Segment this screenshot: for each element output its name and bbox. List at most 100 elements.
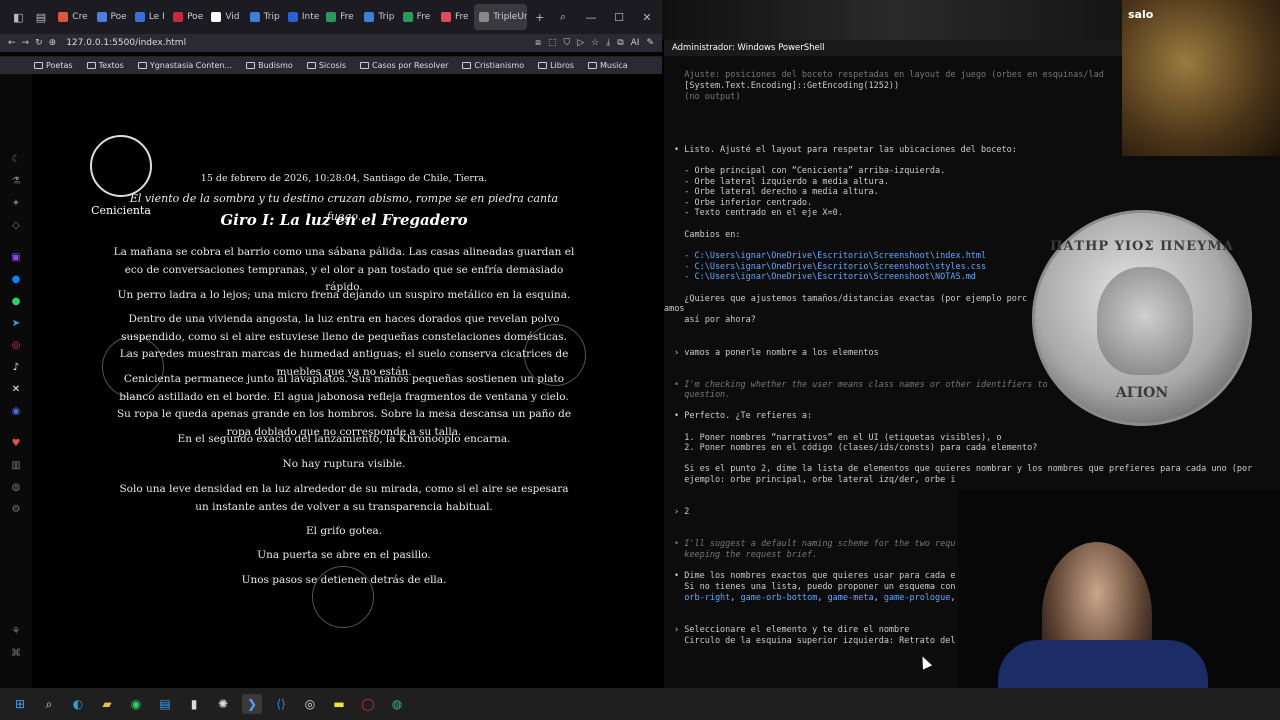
vscode-icon[interactable]: ⟨⟩ xyxy=(271,694,291,714)
tab-favicon xyxy=(249,12,260,22)
address-bar[interactable]: 127.0.0.1:5500/index.html xyxy=(66,38,186,48)
tab-favicon xyxy=(364,12,375,22)
bookmark-folder[interactable]: Poetas xyxy=(34,61,73,70)
new-tab-button[interactable]: + xyxy=(529,6,550,28)
pin-icon[interactable]: ⚘ xyxy=(10,626,22,638)
download-icon[interactable]: ⤓ xyxy=(606,38,610,48)
opera-icon[interactable]: ◯ xyxy=(358,694,378,714)
bookmark-folder[interactable]: Casos por Resolver xyxy=(359,61,449,70)
flask-icon[interactable]: ⚗ xyxy=(10,176,22,188)
extensions-icon[interactable]: ⧉ xyxy=(617,38,623,48)
terminal-user-input: › Seleccionare el elemento y te dire el … xyxy=(674,625,910,635)
bookmark-folder[interactable]: Ygnastasia Conten... xyxy=(137,61,232,70)
terminal-path[interactable]: - C:\Users\ignar\OneDrive\Escritorio\Scr… xyxy=(674,251,986,262)
prologue-paragraph: Un perro ladra a lo lejos; una micro fre… xyxy=(117,289,571,301)
moon-icon[interactable]: ☾ xyxy=(10,154,22,166)
twitch-icon[interactable]: ▣ xyxy=(10,252,22,264)
instagram-icon[interactable]: ◎ xyxy=(10,340,22,352)
tab-7[interactable]: Inte xyxy=(283,4,319,30)
bookmark-label: Casos por Resolver xyxy=(371,61,449,70)
tab-favicon xyxy=(211,12,222,22)
telegram-icon[interactable]: ➤ xyxy=(10,318,22,330)
pocket-save-icon[interactable]: ◍ xyxy=(10,482,22,494)
search-icon[interactable]: ⌕ xyxy=(39,694,59,714)
bookmark-folder[interactable]: Budismo xyxy=(246,61,293,70)
tab-5[interactable]: Vid xyxy=(206,4,242,30)
pocket-icon[interactable]: ⧈ xyxy=(535,38,541,48)
tiktok-icon[interactable]: ♪ xyxy=(10,362,22,374)
whatsapp-icon[interactable]: ◉ xyxy=(126,694,146,714)
tab-active[interactable]: TripleUn xyxy=(474,4,528,30)
bookmark-label: Poetas xyxy=(46,61,73,70)
bookmark-folder[interactable]: Textos xyxy=(86,61,124,70)
windows-start-icon[interactable]: ⊞ xyxy=(10,694,30,714)
shield-icon[interactable]: ⛉ xyxy=(563,38,570,48)
heart-icon[interactable]: ♥ xyxy=(10,438,22,450)
terminal-path[interactable]: - C:\Users\ignar\OneDrive\Escritorio\Scr… xyxy=(674,262,986,273)
sparkle-icon[interactable]: ✦ xyxy=(10,198,22,210)
obs-icon[interactable]: ◎ xyxy=(300,694,320,714)
browser-window: ◧ ▤ Cre Poe Le I Poe Vid Trip Inte Fre T… xyxy=(0,0,662,688)
back-icon[interactable]: ← xyxy=(8,38,16,48)
close-button[interactable]: ✕ xyxy=(636,6,658,28)
bookmark-label: Libros xyxy=(550,61,575,70)
tab-8[interactable]: Fre xyxy=(321,4,357,30)
tab-10[interactable]: Fre xyxy=(398,4,434,30)
terminal-line: 2. Poner nombres en el código (clases/id… xyxy=(674,443,1038,453)
x-icon[interactable]: ✕ xyxy=(10,384,22,396)
tab-3[interactable]: Le I xyxy=(130,4,166,30)
tab-1[interactable]: Cre xyxy=(53,4,89,30)
customize-icon[interactable]: ⌘ xyxy=(10,648,22,660)
tab-favicon xyxy=(440,12,451,22)
globe-icon[interactable]: ◍ xyxy=(387,694,407,714)
forward-icon[interactable]: → xyxy=(22,38,30,48)
bookmark-folder[interactable]: Sicosis xyxy=(306,61,346,70)
bookmark-folder[interactable]: Musica xyxy=(588,61,628,70)
terminal-input-line[interactable]: Circulo de la esquina superior izquierda… xyxy=(674,636,955,647)
sidebar-toggle-icon[interactable]: ◧ xyxy=(8,6,29,28)
edit-icon[interactable]: ✎ xyxy=(646,38,654,48)
play-icon[interactable]: ▷ xyxy=(577,38,584,48)
ai-button[interactable]: AI xyxy=(631,38,640,48)
tab-favicon xyxy=(287,12,298,22)
terminal-user-input: › vamos a ponerle nombre a los elementos xyxy=(674,348,879,358)
usb-icon[interactable]: ▮ xyxy=(184,694,204,714)
powershell-icon[interactable]: ❯ xyxy=(242,694,262,714)
terminal-line: - Orbe inferior centrado. xyxy=(674,198,813,208)
terminal-line: ejemplo: orbe principal, orbe lateral iz… xyxy=(674,475,956,485)
sticky-notes-icon[interactable]: ▬ xyxy=(329,694,349,714)
file-explorer-icon[interactable]: ▰ xyxy=(97,694,117,714)
maximize-button[interactable]: ☐ xyxy=(608,6,630,28)
discord-icon[interactable]: ◉ xyxy=(10,406,22,418)
diamond-icon[interactable]: ◇ xyxy=(10,220,22,232)
site-info-icon[interactable]: ⊕ xyxy=(49,38,57,48)
tab-label: TripleUn xyxy=(493,12,528,22)
navigation-bar: ← → ↻ ⊕ 127.0.0.1:5500/index.html ⧈ ⬚ ⛉ … xyxy=(0,34,662,52)
settings-icon[interactable]: ⚙ xyxy=(10,504,22,516)
reload-icon[interactable]: ↻ xyxy=(35,38,43,48)
tab-6[interactable]: Trip xyxy=(245,4,281,30)
bookmark-folder[interactable]: Libros xyxy=(538,61,574,70)
whatsapp-icon[interactable]: ● xyxy=(10,296,22,308)
terminal-line: • Dime los nombres exactos que quieres u… xyxy=(674,571,956,581)
reader-icon[interactable]: ▥ xyxy=(10,460,22,472)
tab-4[interactable]: Poe xyxy=(168,4,204,30)
tab-2[interactable]: Poe xyxy=(92,4,128,30)
screenshot-icon[interactable]: ⬚ xyxy=(548,38,557,48)
tab-9[interactable]: Trip xyxy=(359,4,395,30)
prologue-paragraph: No hay ruptura visible. xyxy=(282,458,406,470)
bookmark-label: Textos xyxy=(98,61,124,70)
tab-overview-icon[interactable]: ▤ xyxy=(31,6,52,28)
orb-main[interactable] xyxy=(90,135,152,197)
messenger-icon[interactable]: ● xyxy=(10,274,22,286)
search-icon[interactable]: ⌕ xyxy=(552,6,574,28)
bookmark-label: Musica xyxy=(600,61,628,70)
bookmark-star-icon[interactable]: ☆ xyxy=(591,38,599,48)
store-icon[interactable]: ▤ xyxy=(155,694,175,714)
minimize-button[interactable]: — xyxy=(580,6,602,28)
tab-11[interactable]: Fre xyxy=(436,4,472,30)
chatgpt-icon[interactable]: ✺ xyxy=(213,694,233,714)
edge-icon[interactable]: ◐ xyxy=(68,694,88,714)
bookmark-folder[interactable]: Cristianismo xyxy=(462,61,524,70)
terminal-path[interactable]: - C:\Users\ignar\OneDrive\Escritorio\Scr… xyxy=(674,272,976,283)
